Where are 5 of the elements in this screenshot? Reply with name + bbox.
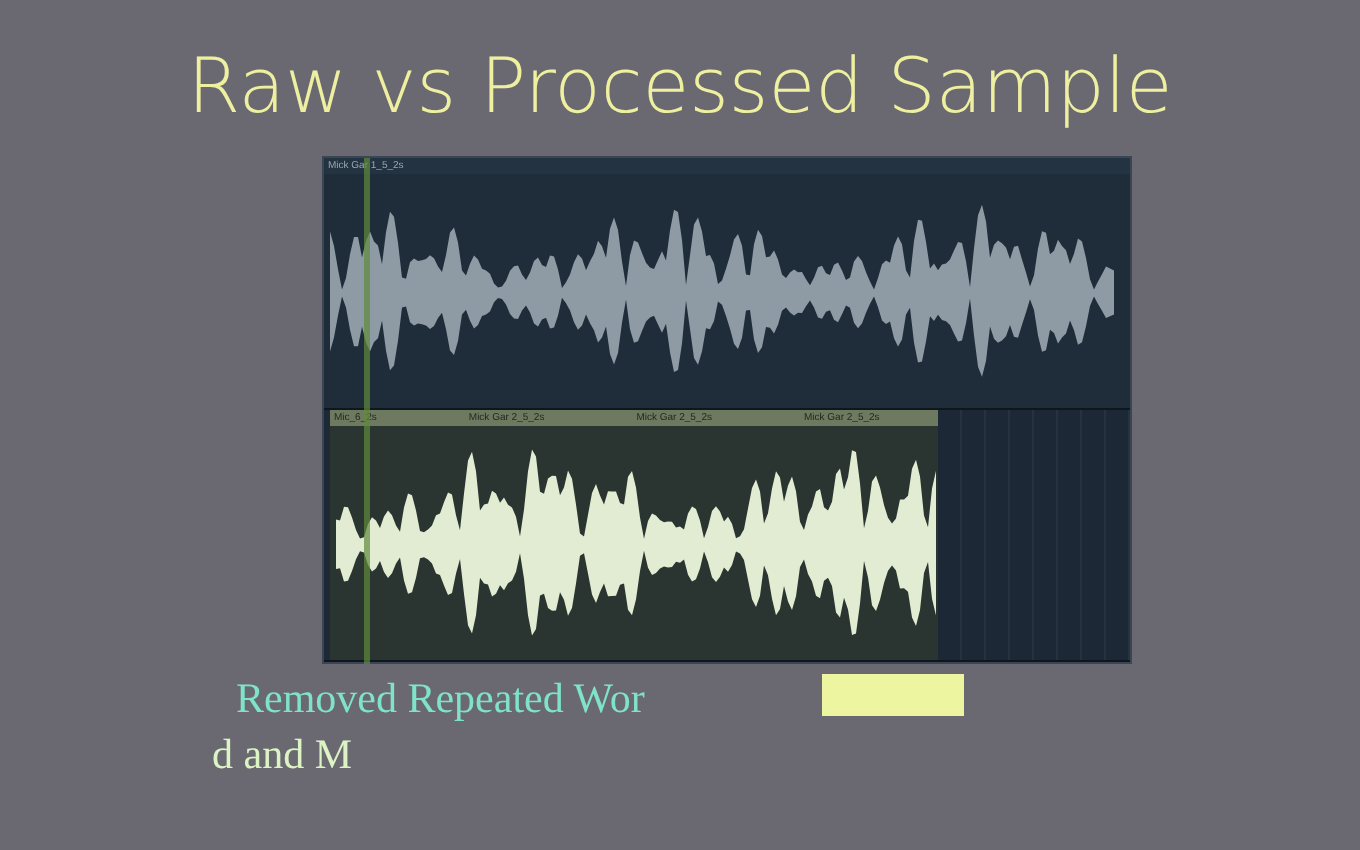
slide-title: Raw vs Processed Sample <box>187 40 1173 132</box>
caption-text: Removed Repeated Wor <box>236 672 645 726</box>
caption-text: d and M <box>212 728 352 782</box>
playhead[interactable] <box>364 158 370 412</box>
highlight-box <box>822 674 964 716</box>
